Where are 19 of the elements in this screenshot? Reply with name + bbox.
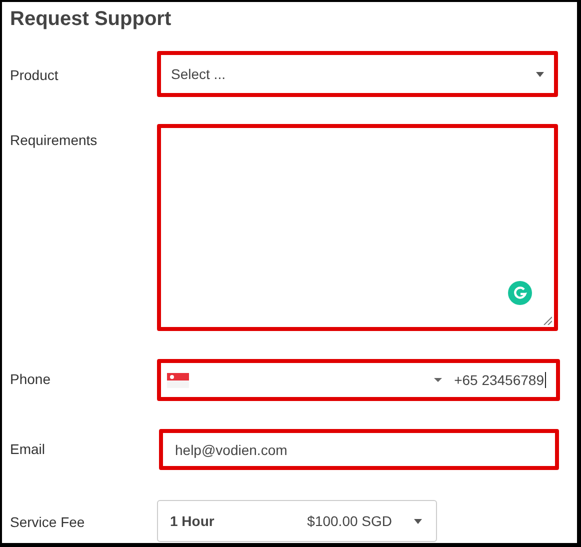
grammar-check-icon[interactable] (508, 281, 532, 305)
price-label: $100.00 SGD (307, 513, 392, 529)
phone-field[interactable]: +65 23456789 (157, 359, 560, 401)
caret-icon (434, 378, 442, 382)
requirements-field[interactable] (157, 124, 558, 331)
resize-handle-icon[interactable] (543, 316, 552, 325)
field-label: Phone (9, 370, 52, 387)
field-label: Service Fee (9, 513, 86, 530)
form-title: Request Support (9, 7, 172, 31)
option-label: 1 Hour (170, 513, 214, 529)
field-label: Requirements (9, 131, 98, 148)
field-label: Product (9, 66, 60, 83)
product-select[interactable]: Select ... (157, 51, 558, 97)
field-label: Email (9, 440, 46, 457)
email-field[interactable]: help@vodien.com (159, 429, 559, 470)
flag-icon[interactable] (167, 372, 189, 388)
caret-icon (536, 72, 544, 76)
caret-icon (414, 518, 422, 524)
service-fee-select[interactable]: 1 Hour $100.00 SGD (157, 500, 437, 542)
